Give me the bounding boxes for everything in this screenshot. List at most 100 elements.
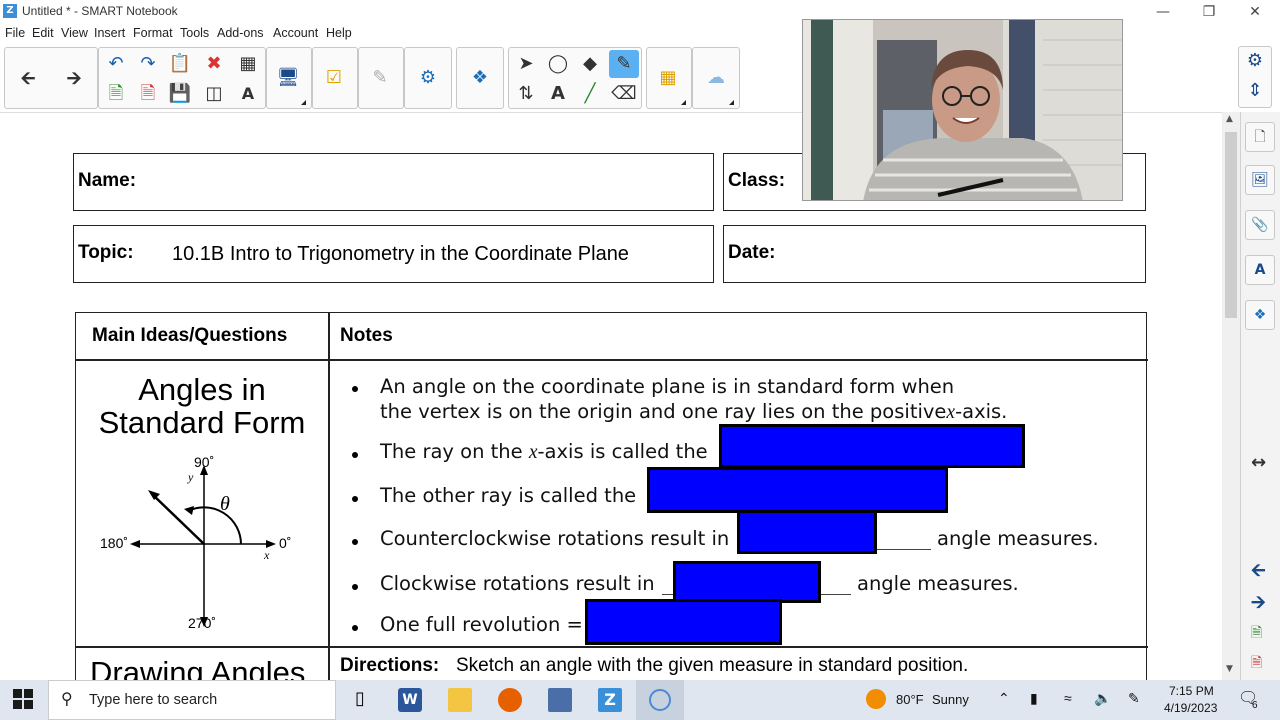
toolbar-position-icon[interactable]: ⇕ (1240, 77, 1270, 105)
windows-start-icon[interactable] (12, 688, 36, 712)
pen-group: ✎ (358, 47, 404, 109)
resize-sidebar-icon[interactable]: ↔ (1251, 452, 1266, 473)
redo-icon[interactable]: ↷ (133, 50, 163, 78)
notification-count: 6 (1252, 700, 1258, 711)
blank-cover-positive[interactable] (737, 510, 877, 554)
label-180: 180˚ (100, 535, 129, 551)
display-icon[interactable]: 🖥 (273, 64, 303, 92)
menu-format[interactable]: Format (133, 26, 173, 40)
webcam-overlay[interactable] (802, 19, 1123, 201)
scroll-up-arrow-icon[interactable]: ▲ (1226, 114, 1233, 124)
menu-file[interactable]: File (5, 26, 25, 40)
response-check-icon[interactable]: ☑ (319, 64, 349, 92)
y-axis-label: y (188, 470, 194, 484)
pen-tool-icon[interactable]: ✎ (609, 50, 639, 78)
blank-cover-initial-side[interactable] (719, 424, 1025, 468)
calculator-app-icon[interactable] (548, 688, 572, 712)
bullet-3: The other ray is called the (380, 484, 637, 507)
word-icon[interactable]: W (398, 688, 422, 712)
line-icon[interactable]: ╱ (575, 80, 605, 108)
next-page-icon[interactable]: 🡪 (1251, 590, 1266, 620)
magic-pen-icon[interactable]: ✎ (365, 64, 395, 92)
next-page-arrow-icon[interactable]: 🡪 (59, 65, 89, 93)
select-arrow-icon[interactable]: ➤ (511, 50, 541, 78)
bullet-2: The ray on the x-axis is called the (380, 440, 708, 463)
wifi-icon[interactable]: ≈ (1064, 690, 1072, 706)
eraser-icon[interactable]: ⌫ (609, 80, 639, 108)
blank-cover-negative[interactable] (673, 561, 821, 603)
measure-icon[interactable]: ⇅ (511, 80, 541, 108)
battery-icon[interactable]: ▮ (1030, 690, 1038, 707)
text-tools-icon[interactable]: A (233, 80, 263, 108)
recording-app-icon (649, 689, 671, 711)
weather-condition[interactable]: Sunny (932, 692, 969, 707)
minimize-button[interactable]: — (1140, 2, 1186, 22)
vertical-scrollbar[interactable]: ▲ ▼ (1222, 112, 1240, 680)
scrollbar-thumb[interactable] (1225, 132, 1237, 318)
undo-icon[interactable]: ↶ (101, 50, 131, 78)
paste-icon[interactable]: 📋 (165, 50, 195, 78)
color-palette-icon[interactable]: ▦ (653, 64, 683, 92)
screen-shade-icon[interactable]: ◫ (199, 80, 229, 108)
cloud-icon[interactable]: ☁ (701, 64, 731, 92)
puzzle-icon[interactable]: ❖ (465, 64, 495, 92)
file-explorer-icon[interactable] (448, 688, 472, 712)
previous-page-arrow-icon[interactable]: 🡨 (13, 65, 43, 93)
page-sorter-icon[interactable]: 🗋 (1245, 122, 1275, 152)
menu-help[interactable]: Help (326, 26, 352, 40)
pen-menu-icon[interactable]: ✎ (1128, 690, 1140, 707)
delete-page-icon[interactable]: 🗎 (1251, 652, 1262, 676)
bullet-dot (352, 584, 358, 590)
col-notes: Notes (340, 325, 393, 346)
bullet-1-line1: An angle on the coordinate plane is in s… (380, 375, 955, 398)
directions-label: Directions: (340, 655, 440, 676)
close-button[interactable]: ✕ (1232, 2, 1278, 22)
addons-puzzle-icon[interactable]: ❖ (1245, 300, 1275, 330)
menu-view[interactable]: View (61, 26, 88, 40)
taskbar-search-box[interactable]: ⚲ Type here to search (48, 680, 336, 720)
gear-icon[interactable]: ⚙ (1240, 47, 1270, 75)
menu-account[interactable]: Account (273, 26, 318, 40)
attachments-icon[interactable]: 📎 (1245, 210, 1275, 240)
text-icon[interactable]: A (543, 80, 573, 108)
delete-icon[interactable]: ✖ (199, 50, 229, 78)
menu-bar: File Edit View Insert Format Tools Add-o… (0, 24, 800, 44)
firefox-icon[interactable] (498, 688, 522, 712)
shapes-icon[interactable]: ◯ (543, 50, 573, 78)
clock-time[interactable]: 7:15 PM (1169, 684, 1214, 698)
color-group: ▦ (646, 47, 692, 109)
smart-notebook-taskbar-icon[interactable]: Z (598, 688, 622, 712)
section-title-line2: Standard Form (98, 405, 306, 440)
menu-insert[interactable]: Insert (94, 26, 125, 40)
volume-icon[interactable]: 🔈 (1094, 690, 1111, 707)
search-placeholder: Type here to search (89, 692, 218, 708)
menu-addons[interactable]: Add-ons (217, 26, 264, 40)
menu-tools[interactable]: Tools (180, 26, 209, 40)
display-group: 🖥 (266, 47, 312, 109)
directions-text: Sketch an angle with the given measure i… (456, 655, 969, 676)
maximize-button[interactable]: ❐ (1186, 2, 1232, 22)
active-app-highlight[interactable] (636, 680, 684, 720)
table-icon[interactable]: ▦ (233, 50, 263, 78)
bullet-6: One full revolution = (380, 613, 583, 636)
gallery-icon[interactable]: 🖼 (1245, 165, 1275, 195)
add-page-icon[interactable]: 🗎 (1251, 622, 1262, 646)
menu-edit[interactable]: Edit (32, 26, 54, 40)
save-icon[interactable]: 💾 (165, 80, 195, 108)
delete-page-icon[interactable]: 🗎 (133, 80, 163, 108)
blank-underline (877, 549, 931, 550)
task-view-icon[interactable]: ▯ (348, 688, 372, 712)
add-page-icon[interactable]: 🗎 (101, 80, 131, 108)
clock-date[interactable]: 4/19/2023 (1164, 701, 1217, 715)
previous-page-icon[interactable]: 🡨 (1251, 558, 1266, 588)
blank-cover-terminal-side[interactable] (647, 467, 948, 513)
show-hidden-icons-icon[interactable]: ⌃ (998, 690, 1010, 707)
weather-sun-icon[interactable] (866, 689, 886, 709)
section-title: Angles in Standard Form (76, 373, 328, 439)
fill-icon[interactable]: ◆ (575, 50, 605, 78)
weather-temp[interactable]: 80°F (896, 692, 924, 707)
properties-icon[interactable]: A (1245, 255, 1275, 285)
scroll-down-arrow-icon[interactable]: ▼ (1226, 664, 1233, 674)
blank-cover-revolution[interactable] (585, 599, 782, 645)
lab-activity-icon[interactable]: ⚙ (413, 64, 443, 92)
